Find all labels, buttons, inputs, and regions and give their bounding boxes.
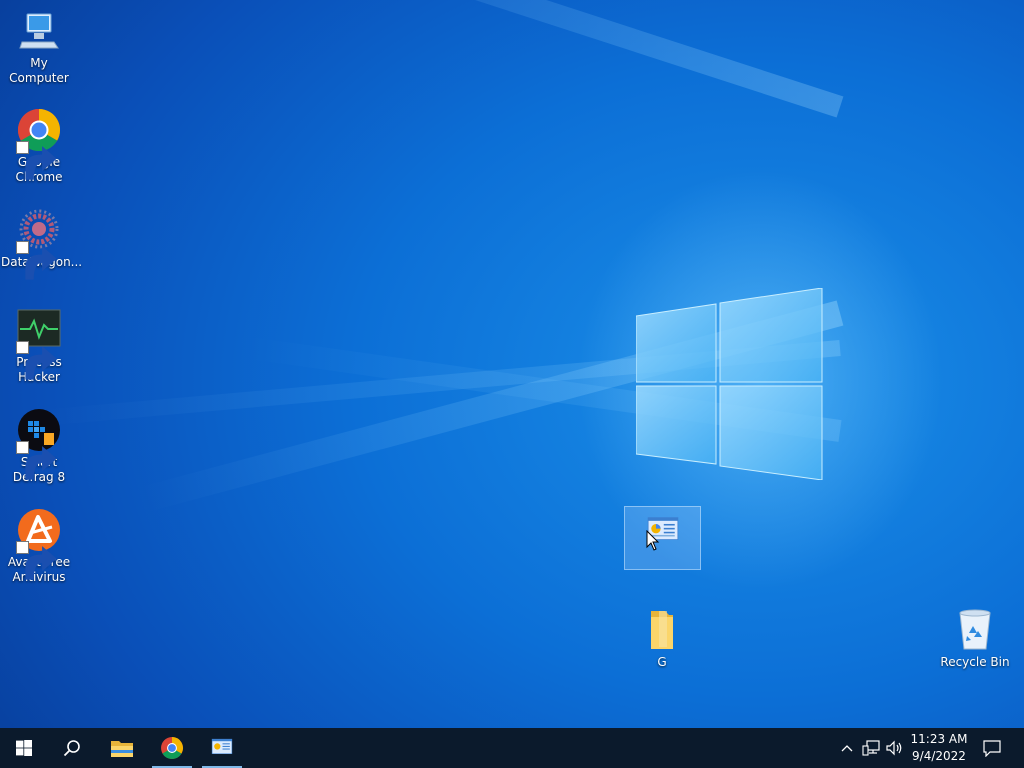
desktop-icon-google-chrome[interactable]: Google Chrome xyxy=(1,107,77,185)
action-center-button[interactable] xyxy=(976,728,1008,768)
search-button[interactable] xyxy=(48,728,96,768)
avast-icon xyxy=(16,507,62,580)
taskbar-chrome[interactable] xyxy=(148,728,196,768)
shortcut-arrow-icon xyxy=(16,341,57,380)
desktop-icon-control-panel-selected[interactable] xyxy=(624,506,701,570)
speaker-icon xyxy=(886,740,902,756)
shortcut-arrow-icon xyxy=(16,241,57,280)
process-hacker-icon xyxy=(16,307,62,380)
desktop-icon-smart-defrag[interactable]: Smart Defrag 8 xyxy=(1,407,77,485)
desktop[interactable]: My Computer Google Chrome xyxy=(0,0,1024,728)
shortcut-arrow-icon xyxy=(16,541,57,580)
mouse-cursor-icon xyxy=(646,530,660,551)
smart-defrag-icon xyxy=(16,407,62,480)
datawagon-icon xyxy=(16,207,62,280)
show-hidden-icons-button[interactable] xyxy=(838,728,856,768)
desktop-icon-label: Recycle Bin xyxy=(940,655,1010,669)
wallpaper-beam xyxy=(189,0,844,118)
desktop-icon-recycle-bin[interactable]: Recycle Bin xyxy=(937,607,1013,670)
desktop-icon-datawagon[interactable]: DataWagon... xyxy=(1,207,82,280)
chrome-icon xyxy=(161,737,183,759)
clock-time: 11:23 AM xyxy=(910,732,968,746)
desktop-icon-my-computer[interactable]: My Computer xyxy=(1,8,77,86)
windows-start-icon xyxy=(16,740,32,756)
shortcut-arrow-icon xyxy=(16,441,57,480)
taskbar-control-panel[interactable] xyxy=(198,728,246,768)
shortcut-arrow-icon xyxy=(16,141,57,180)
windows-logo-wallpaper xyxy=(636,288,823,480)
folder-icon xyxy=(639,607,685,653)
recycle-bin-icon xyxy=(952,607,998,653)
start-button[interactable] xyxy=(0,728,48,768)
desktop-icon-process-hacker[interactable]: Process Hacker xyxy=(1,307,77,385)
desktop-icon-label: My Computer xyxy=(9,56,69,85)
clock[interactable]: 11:23 AM 9/4/2022 xyxy=(904,731,974,765)
volume-button[interactable] xyxy=(884,728,906,768)
desktop-icon-folder-g[interactable]: G xyxy=(624,607,700,670)
desktop-icon-avast[interactable]: Avast Free Antivirus xyxy=(1,507,77,585)
computer-icon xyxy=(16,8,62,54)
notification-icon xyxy=(983,740,1001,757)
clock-date: 9/4/2022 xyxy=(912,749,966,763)
chrome-icon xyxy=(16,107,62,180)
taskbar-file-explorer[interactable] xyxy=(98,728,146,768)
desktop-icon-label: G xyxy=(657,655,667,669)
search-icon xyxy=(63,740,80,757)
chevron-up-icon xyxy=(841,745,853,752)
network-button[interactable] xyxy=(860,728,882,768)
control-panel-icon xyxy=(211,738,233,754)
network-icon xyxy=(862,740,880,756)
taskbar: 11:23 AM 9/4/2022 xyxy=(0,728,1024,768)
folder-icon xyxy=(111,741,133,757)
